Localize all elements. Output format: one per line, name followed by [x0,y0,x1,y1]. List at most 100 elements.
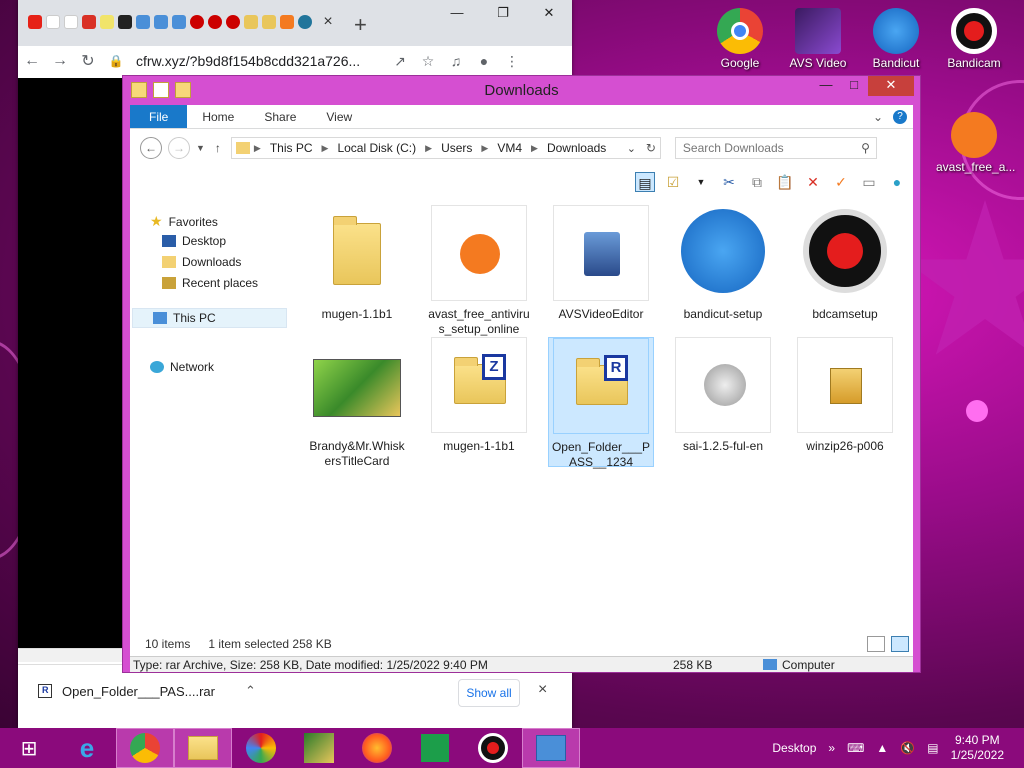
file-item[interactable]: bdcamsetup [792,205,898,322]
taskbar-bandicam[interactable] [464,728,522,768]
paste-icon[interactable]: 📋 [775,172,795,192]
breadcrumb[interactable]: ▶ This PC ▶ Local Disk (C:) ▶ Users ▶ VM… [230,137,661,159]
chevron-down-icon[interactable]: ▼ [691,172,711,192]
profile-icon[interactable]: ● [470,53,498,69]
desktop-icon-bandicut[interactable]: Bandicut [858,8,934,70]
taskbar-chrome[interactable] [116,728,174,768]
file-item-selected[interactable]: R Open_Folder___PASS__1234 [548,337,654,469]
desktop-icon-avs-video[interactable]: AVS Video [780,8,856,70]
refresh-icon[interactable]: ↻ [646,141,656,155]
new-tab-button[interactable]: + [354,12,367,38]
clock[interactable]: 9:40 PM 1/25/2022 [951,733,1004,763]
download-item[interactable]: Open_Folder___PAS....rar ⌃ [38,683,256,699]
google-tab-icon[interactable] [64,15,78,29]
file-item[interactable]: Brandy&Mr.WhiskersTitleCard [304,337,410,469]
address-bar[interactable]: cfrw.xyz/?b9d8f154b8cdd321a726... [136,53,386,69]
desktop-icon-avast[interactable]: avast_free_a... [936,112,1015,174]
close-download-shelf-icon[interactable]: × [538,681,547,699]
keyboard-icon[interactable]: ⌨ [847,741,864,755]
search-input[interactable]: Search Downloads ⚲ [674,137,877,159]
start-button[interactable]: ⊞ [0,728,58,768]
details-view-icon[interactable] [867,636,885,652]
tab-share[interactable]: Share [249,105,311,128]
back-icon[interactable]: ← [140,137,162,159]
chevron-down-icon[interactable]: ⌄ [627,142,636,155]
close-icon[interactable]: ✕ [868,76,914,96]
close-tab-icon[interactable]: × [318,12,338,32]
recent-locations-icon[interactable]: ▼ [196,143,205,153]
taskbar-control-panel[interactable] [522,728,580,768]
taskbar-store[interactable] [406,728,464,768]
google-tab-icon[interactable] [46,15,60,29]
nav-network[interactable]: Network [150,360,214,374]
help-icon[interactable]: ? [893,109,907,124]
number-tab-icon[interactable] [118,15,132,29]
blue-tab-icon[interactable] [136,15,150,29]
crumb-this-pc[interactable]: This PC [265,141,318,155]
share-icon[interactable]: ↗ [386,53,414,70]
archive-tab-icon[interactable] [244,15,258,29]
network-tray-icon[interactable]: ▤ [927,741,938,755]
crumb-vm4[interactable]: VM4 [492,141,527,155]
file-item[interactable]: winzip26-p006 [792,337,898,454]
gmail-tab-icon[interactable] [82,15,96,29]
chevrons-icon[interactable]: » [828,741,835,755]
expand-ribbon-icon[interactable]: ⌄ [873,110,883,124]
crumb-downloads[interactable]: Downloads [542,141,611,155]
nav-this-pc[interactable]: This PC [132,308,287,328]
bookmark-star-icon[interactable]: ☆ [414,53,442,70]
minimize-icon[interactable]: — [434,0,480,26]
copy-icon[interactable]: ⧉ [747,172,767,192]
nav-recent-places[interactable]: Recent places [162,276,258,290]
tab-file[interactable]: File [130,105,188,128]
taskbar-paint[interactable] [232,728,290,768]
rename-icon[interactable]: ▭ [859,172,879,192]
file-item[interactable]: mugen-1.1b1 [304,205,410,322]
avast-tab-icon[interactable] [280,15,294,29]
nav-downloads[interactable]: Downloads [162,255,241,269]
desktop-toolbar-label[interactable]: Desktop [772,741,816,755]
file-item[interactable]: Z mugen-1-1b1 [426,337,532,454]
record-tab-icon[interactable] [190,15,204,29]
file-item[interactable]: sai-1.2.5-ful-en [670,337,776,454]
wordpress-tab-icon[interactable] [298,15,312,29]
taskbar-firefox[interactable] [348,728,406,768]
tab-home[interactable]: Home [187,105,249,128]
taskbar-ie[interactable]: e [58,728,116,768]
blue-tab-icon[interactable] [172,15,186,29]
minimize-icon[interactable]: — [812,76,840,96]
file-item[interactable]: AVSVideoEditor [548,205,654,322]
up-icon[interactable]: ↑ [215,141,221,155]
nav-favorites[interactable]: ★ Favorites [150,213,218,230]
show-hidden-icons-icon[interactable]: ▲ [876,741,888,755]
media-icon[interactable]: ♫ [442,53,470,69]
maximize-icon[interactable]: □ [840,76,868,96]
forward-icon[interactable]: → [168,137,190,159]
desktop-icon-bandicam[interactable]: Bandicam [936,8,1012,70]
forward-icon[interactable]: → [46,52,74,70]
nav-desktop[interactable]: Desktop [162,234,226,248]
taskbar-explorer[interactable] [174,728,232,768]
blue-tab-icon[interactable] [154,15,168,29]
back-icon[interactable]: ← [18,52,46,70]
record-tab-icon[interactable] [208,15,222,29]
select-icon[interactable]: ☑ [663,172,683,192]
file-item[interactable]: bandicut-setup [670,205,776,322]
checkmark-icon[interactable]: ✓ [831,172,851,192]
large-icons-view-icon[interactable] [891,636,909,652]
desktop-icon-google[interactable]: Google [702,8,778,70]
youtube-tab-icon[interactable] [28,15,42,29]
properties-globe-icon[interactable]: ● [887,172,907,192]
restore-icon[interactable]: ❐ [480,0,526,26]
crumb-users[interactable]: Users [436,141,477,155]
taskbar-app[interactable] [290,728,348,768]
delete-icon[interactable]: ✕ [803,172,823,192]
menu-icon[interactable]: ⋮ [498,53,526,70]
volume-muted-icon[interactable]: 🔇 [900,741,915,755]
archive-tab-icon[interactable] [262,15,276,29]
check-tab-icon[interactable] [100,15,114,29]
record-tab-icon[interactable] [226,15,240,29]
file-item[interactable]: avast_free_antivirus_setup_online [426,205,532,337]
show-all-button[interactable]: Show all [458,679,520,707]
tab-view[interactable]: View [311,105,367,128]
